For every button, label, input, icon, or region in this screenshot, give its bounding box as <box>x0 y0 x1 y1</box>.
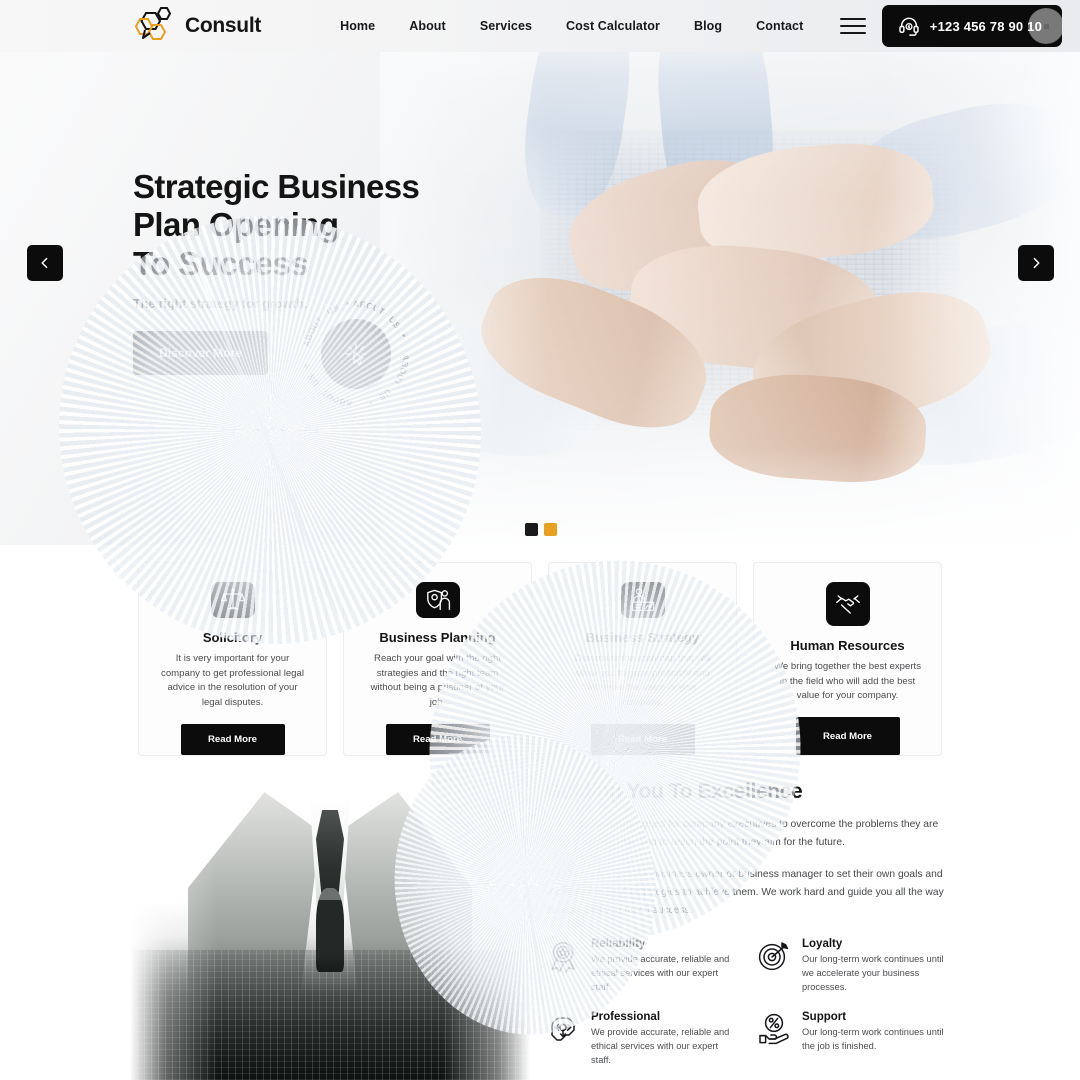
scales-of-justice-icon <box>210 582 255 618</box>
service-card-text: Determine the roadmap that will allow yo… <box>574 652 711 709</box>
about-copy: Guiding You To Excellence Our services a… <box>545 780 945 1080</box>
service-card-title: Human Resources <box>790 637 905 653</box>
feature-text: Our long-term work continues until we ac… <box>802 954 944 992</box>
headset-icon <box>899 17 919 36</box>
slider-next-button[interactable] <box>1018 245 1054 281</box>
nav-item-contact[interactable]: Contact <box>756 19 803 33</box>
service-card-text: It is very important for your company to… <box>161 652 304 709</box>
brand-name: Consult <box>185 14 262 37</box>
service-card-title: Business Strategy <box>585 629 700 645</box>
service-cards: Solicitory It is very important for your … <box>138 562 942 756</box>
percent-hand-icon <box>756 1011 792 1047</box>
phone-number: +123 456 78 90 10 <box>929 18 1042 34</box>
handshake-icon <box>825 582 870 626</box>
hero-title-line-1: Strategic Business <box>133 168 420 205</box>
target-dart-icon <box>756 938 792 974</box>
feature-support: Support Our long-term work continues unti… <box>756 1011 945 1068</box>
service-read-more-button[interactable]: Read More <box>385 724 490 755</box>
service-card-business-planning: Business Planning Reach your goal with th… <box>343 562 532 756</box>
service-card-solicitory: Solicitory It is very important for your … <box>138 562 327 756</box>
hero-cta-button[interactable]: Discover More <box>133 330 268 375</box>
nav-item-cost-calculator[interactable]: Cost Calculator <box>566 19 660 33</box>
nav-item-home[interactable]: Home <box>340 19 375 33</box>
award-ribbon-icon <box>545 938 581 974</box>
slider-dots[interactable] <box>525 523 557 536</box>
feature-title: Reliability <box>591 938 646 951</box>
corner-widget-button[interactable] <box>1028 8 1064 44</box>
badge-disc <box>321 319 391 389</box>
service-card-text: We bring together the best experts in th… <box>773 660 921 702</box>
feature-loyalty: Loyalty Our long-term work continues unti… <box>756 938 945 995</box>
service-card-human-resources: Human Resources We bring together the bes… <box>753 562 942 756</box>
hero-title-line-2: Plan Opening <box>133 206 339 244</box>
service-card-business-strategy: Business Strategy Determine the roadmap t… <box>548 562 737 756</box>
service-read-more-button[interactable]: Read More <box>795 717 900 755</box>
hero-title: Strategic Business Plan Opening To Succe… <box>133 168 493 283</box>
slider-dot-2[interactable] <box>544 523 557 536</box>
feature-text: Our long-term work continues until the j… <box>802 1026 944 1051</box>
chevron-left-icon <box>41 257 48 269</box>
nav-item-blog[interactable]: Blog <box>694 19 722 33</box>
about-paragraph-2: We often work with the business owner or… <box>545 869 944 917</box>
feature-professional: Professional We provide accurate, reliabl… <box>545 1011 734 1068</box>
about-title: Guiding You To Excellence <box>545 780 803 803</box>
presenter-chart-icon <box>620 582 665 618</box>
corner-widget-dot <box>1043 23 1049 29</box>
service-card-title: Solicitory <box>202 629 263 645</box>
service-card-text: Reach your goal with the right strategie… <box>370 652 505 709</box>
service-read-more-button[interactable]: Read More <box>180 724 285 755</box>
feature-reliability: Reliability We provide accurate, reliable… <box>545 938 734 995</box>
nav-item-services[interactable]: Services <box>480 19 532 33</box>
shield-person-icon <box>415 582 460 618</box>
about-feature-list: Reliability We provide accurate, reliable… <box>545 938 945 1068</box>
feature-title: Loyalty <box>802 938 843 951</box>
strategy-hand-icon <box>545 1011 581 1047</box>
about-us-circular-badge[interactable]: A B O U T U S * A B O U T U S * A B O U T U S * A B O U T U S * <box>298 296 414 412</box>
click-cursor-icon <box>345 343 367 366</box>
slider-dot-1[interactable] <box>525 523 538 536</box>
slider-prev-button[interactable] <box>27 245 63 281</box>
nav-item-about[interactable]: About <box>409 19 446 33</box>
hero-title-line-3: To Success <box>133 244 309 282</box>
about-paragraph-1: Our services are designed for company ex… <box>545 819 939 849</box>
about-image-businessman-suit <box>130 780 530 1080</box>
service-card-title: Business Planning <box>379 629 496 645</box>
about-section: Guiding You To Excellence Our services a… <box>0 770 1080 1080</box>
hamburger-menu-icon[interactable] <box>839 18 866 34</box>
feature-text: We provide accurate, reliable and ethica… <box>591 1026 730 1065</box>
service-read-more-button[interactable]: Read More <box>590 724 695 755</box>
feature-text: We provide accurate, reliable and ethica… <box>591 954 730 992</box>
hero-slider: Strategic Business Plan Opening To Succe… <box>0 0 1080 545</box>
feature-title: Professional <box>591 1010 661 1023</box>
hexagon-logo-icon <box>133 6 177 46</box>
site-header: Consult Home About Services Cost Calculator… <box>0 0 1080 52</box>
feature-title: Support <box>802 1010 847 1023</box>
chevron-right-icon <box>1033 257 1040 269</box>
brand-logo[interactable]: Consult <box>133 6 261 46</box>
main-navigation: Home About Services Cost Calculator Blog Cont… <box>340 19 803 33</box>
